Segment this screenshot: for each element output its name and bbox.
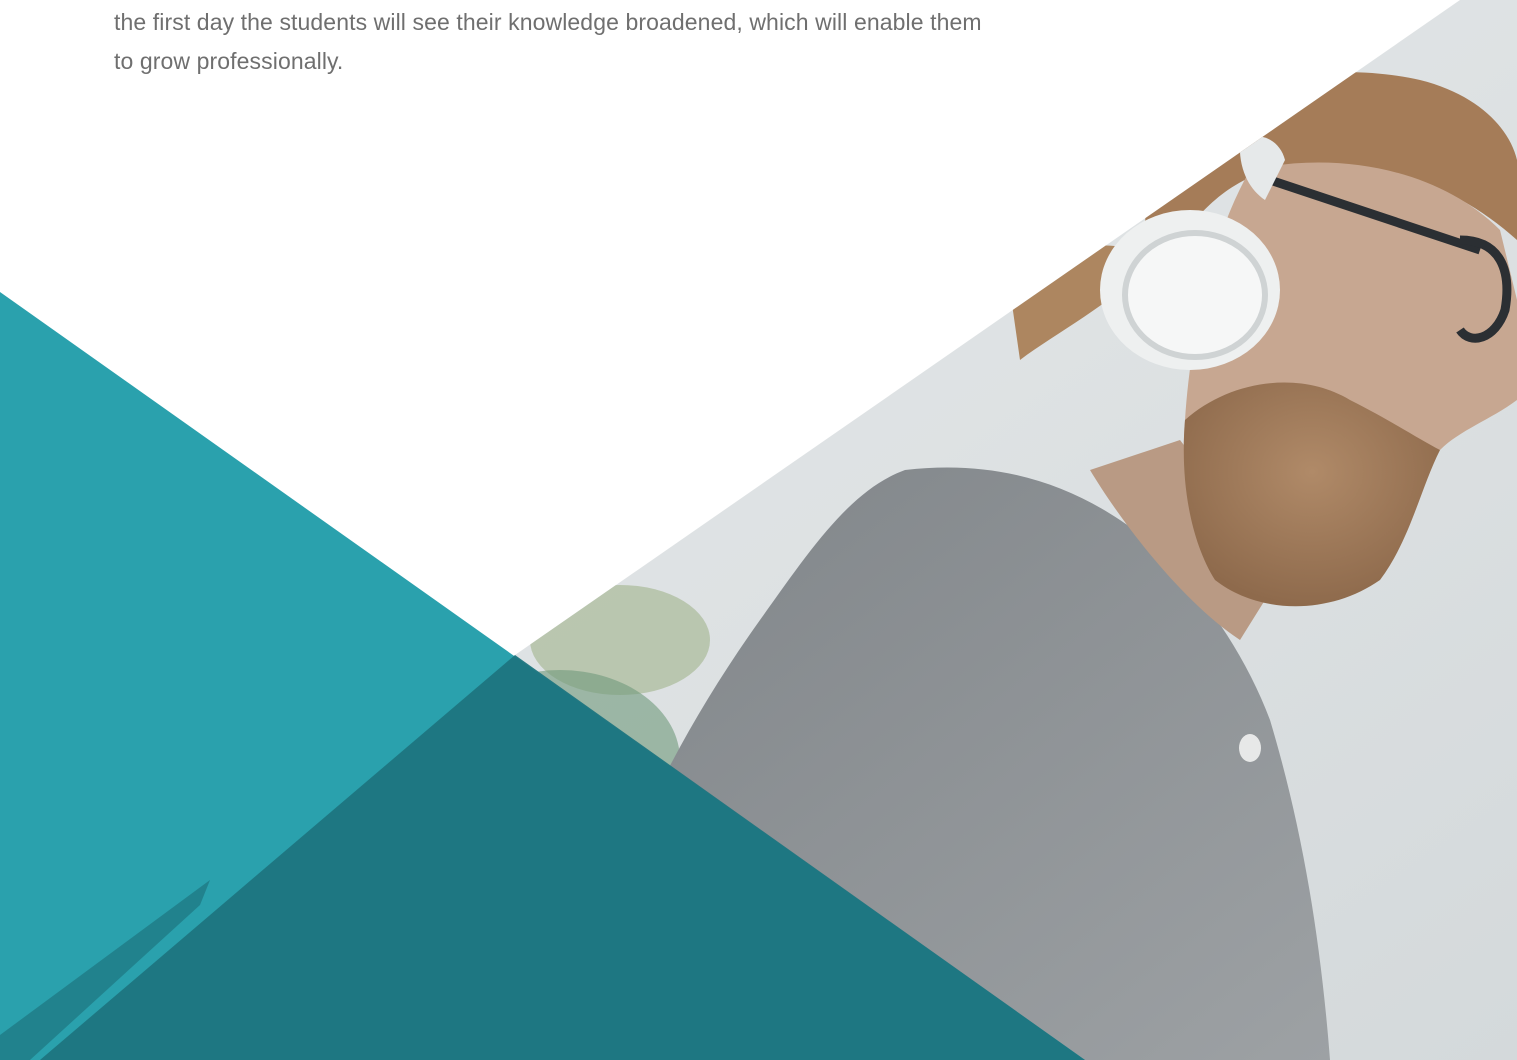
shirt-button bbox=[1239, 734, 1261, 762]
hero-illustration bbox=[0, 0, 1517, 1060]
page: the first day the students will see thei… bbox=[0, 0, 1517, 1060]
headphones-icon bbox=[1100, 136, 1285, 370]
intro-paragraph: the first day the students will see thei… bbox=[114, 0, 1114, 82]
intro-line-2: to grow professionally. bbox=[114, 48, 344, 74]
intro-line-1: the first day the students will see thei… bbox=[114, 9, 982, 35]
